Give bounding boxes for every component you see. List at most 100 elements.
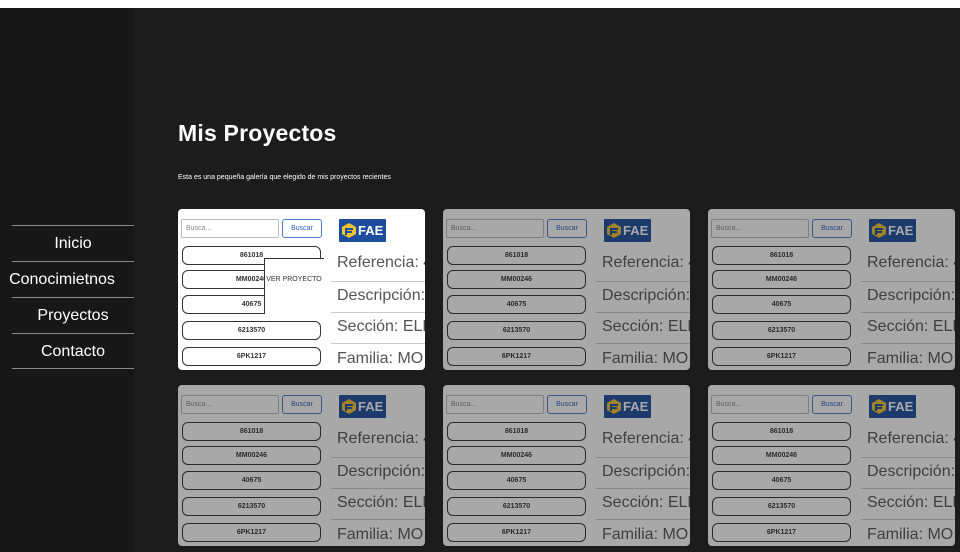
page-subtitle: Esta es una pequeña galería que elegido … [178,174,391,181]
code-button[interactable]: 6213570 [447,497,586,516]
search-input[interactable]: Busca... [181,219,279,238]
project-card[interactable]: Busca... Buscar 861018 MM00246 40675 621… [178,209,425,370]
code-button[interactable]: 861018 [182,422,321,441]
code-button[interactable]: MM00246 [182,446,321,465]
info-seccion: Sección: ELE [867,318,955,335]
search-button[interactable]: Buscar [282,395,322,414]
info-familia: Familia: MO [337,350,424,367]
code-button[interactable]: 40675 [447,295,586,314]
nav-item-contacto[interactable]: Contacto [12,333,134,369]
code-button[interactable]: 40675 [182,471,321,490]
info-divider [596,312,690,313]
fae-logo-icon [872,223,886,238]
search-input[interactable]: Busca... [711,395,809,414]
code-button[interactable]: 40675 [712,295,851,314]
code-button[interactable]: 6PK1217 [182,523,321,542]
logo-text: FAE [358,399,384,414]
info-referencia: Referencia: 4 [602,430,690,447]
info-descripcion: Descripción: [867,287,955,304]
project-card[interactable]: Busca... Buscar 861018 MM00246 40675 621… [708,385,955,546]
info-descripcion: Descripción: [337,463,425,480]
code-button[interactable]: 40675 [447,471,586,490]
code-button[interactable]: 6213570 [182,321,321,340]
info-referencia: Referencia: 4 [602,254,690,271]
info-referencia: Referencia: 4 [867,430,955,447]
code-button[interactable]: 861018 [447,422,586,441]
code-button[interactable]: MM00246 [712,270,851,289]
info-descripcion: Descripción: [867,463,955,480]
sidebar: Inicio Conocimietnos Proyectos Contacto [0,8,134,552]
info-divider [596,343,690,344]
search-input[interactable]: Busca... [446,395,544,414]
info-referencia: Referencia: 4 [337,430,425,447]
code-button[interactable]: 6213570 [447,321,586,340]
code-button[interactable]: MM00246 [447,270,586,289]
app-frame: Inicio Conocimietnos Proyectos Contacto … [0,8,960,552]
fae-logo-icon [607,223,621,238]
info-seccion: Sección: ELE [602,318,690,335]
info-divider [331,312,425,313]
code-button[interactable]: 40675 [712,471,851,490]
info-divider [861,457,955,458]
code-button[interactable]: 861018 [712,422,851,441]
info-divider [861,343,955,344]
nav-item-proyectos[interactable]: Proyectos [12,297,134,333]
search-button[interactable]: Buscar [547,395,587,414]
card-preview: FAE Referencia: 4 Descripción: Sección: … [590,385,690,546]
info-seccion: Sección: ELE [602,494,690,511]
code-button[interactable]: 6213570 [712,321,851,340]
info-familia: Familia: MO [602,350,689,367]
search-input[interactable]: Busca... [711,219,809,238]
nav-item-conocimientos[interactable]: Conocimietnos [9,261,134,297]
info-divider [596,281,690,282]
logo-text: FAE [623,223,649,238]
card-preview: FAE Referencia: 4 Descripción: Sección: … [325,209,425,370]
search-button[interactable]: Buscar [282,219,322,238]
info-divider [331,281,425,282]
info-divider [331,457,425,458]
logo-text: FAE [358,223,384,238]
fae-logo-icon [342,399,356,414]
project-card[interactable]: Busca... Buscar 861018 MM00246 40675 621… [178,385,425,546]
code-button[interactable]: MM00246 [447,446,586,465]
project-card[interactable]: Busca... Buscar 861018 MM00246 40675 621… [708,209,955,370]
card-preview: FAE Referencia: 4 Descripción: Sección: … [855,385,955,546]
code-button[interactable]: 6213570 [182,497,321,516]
sidebar-nav: Inicio Conocimietnos Proyectos Contacto [9,225,134,369]
project-card[interactable]: Busca... Buscar 861018 MM00246 40675 621… [443,209,690,370]
info-seccion: Sección: ELE [867,494,955,511]
fae-logo-icon [607,399,621,414]
search-button[interactable]: Buscar [812,219,852,238]
info-divider [861,281,955,282]
fae-logo: FAE [604,395,651,418]
card-preview: FAE Referencia: 4 Descripción: Sección: … [855,209,955,370]
ver-proyecto-label: VER PROYECTO [266,276,322,283]
code-button[interactable]: 861018 [447,246,586,265]
card-preview: FAE Referencia: 4 Descripción: Sección: … [590,209,690,370]
fae-logo-icon [872,399,886,414]
fae-logo: FAE [339,395,386,418]
search-input[interactable]: Busca... [181,395,279,414]
fae-logo-icon [342,223,356,238]
search-button[interactable]: Buscar [812,395,852,414]
info-descripcion: Descripción: [337,287,425,304]
info-descripcion: Descripción: [602,463,690,480]
page-title: Mis Proyectos [178,120,337,146]
fae-logo: FAE [604,219,651,242]
code-button[interactable]: 6213570 [712,497,851,516]
code-button[interactable]: 6PK1217 [182,347,321,366]
project-card[interactable]: Busca... Buscar 861018 MM00246 40675 621… [443,385,690,546]
nav-item-inicio[interactable]: Inicio [12,225,134,261]
ver-proyecto-overlay[interactable]: VER PROYECTO [264,258,324,314]
search-button[interactable]: Buscar [547,219,587,238]
code-button[interactable]: MM00246 [712,446,851,465]
info-familia: Familia: MO [602,526,689,543]
info-familia: Familia: MO [867,350,954,367]
code-button[interactable]: 6PK1217 [712,347,851,366]
search-input[interactable]: Busca... [446,219,544,238]
code-button[interactable]: 861018 [712,246,851,265]
code-button[interactable]: 6PK1217 [447,523,586,542]
code-button[interactable]: 6PK1217 [712,523,851,542]
info-divider [861,488,955,489]
code-button[interactable]: 6PK1217 [447,347,586,366]
